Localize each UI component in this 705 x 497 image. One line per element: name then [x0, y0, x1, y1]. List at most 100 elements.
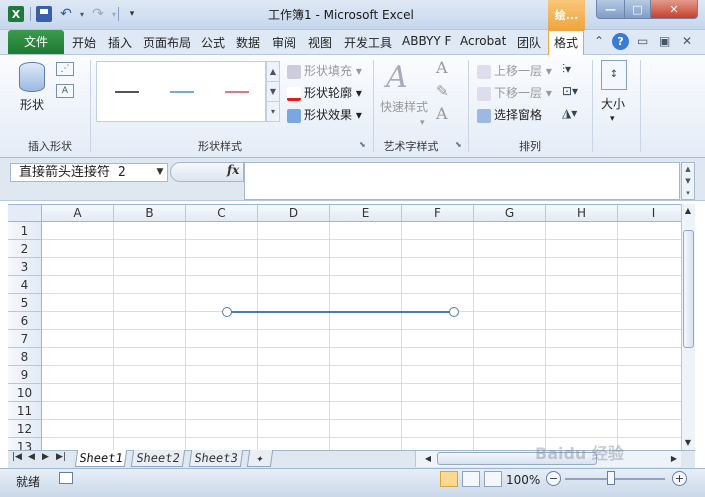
gallery-more-icon[interactable]: ▾: [267, 102, 279, 122]
tab-abbyy[interactable]: ABBYY F: [402, 34, 451, 48]
page-layout-view-button[interactable]: [462, 471, 480, 487]
close-button[interactable]: ✕: [650, 0, 698, 19]
tab-developer[interactable]: 开发工具: [344, 34, 392, 51]
gallery-scroll[interactable]: ▲ ▼ ▾: [266, 61, 280, 122]
row-header-13[interactable]: 13: [8, 438, 42, 450]
row-header-12[interactable]: 12: [8, 420, 42, 438]
row-header-7[interactable]: 7: [8, 330, 42, 348]
text-box-icon[interactable]: A: [56, 84, 74, 98]
tab-team[interactable]: 团队: [517, 34, 541, 51]
name-box-dropdown-icon[interactable]: ▼: [153, 163, 167, 182]
shapes-button[interactable]: 形状: [14, 60, 50, 126]
connector-start-handle[interactable]: [222, 307, 232, 317]
group-icon[interactable]: ⊡▾: [562, 84, 578, 98]
tab-page-layout[interactable]: 页面布局: [143, 34, 191, 51]
page-break-view-button[interactable]: [484, 471, 502, 487]
connector-end-handle[interactable]: [449, 307, 459, 317]
help-icon[interactable]: ?: [612, 33, 629, 50]
row-header-10[interactable]: 10: [8, 384, 42, 402]
scroll-right-icon[interactable]: ▶: [667, 452, 681, 466]
line-style-dark[interactable]: [115, 91, 139, 93]
row-header-4[interactable]: 4: [8, 276, 42, 294]
row-header-1[interactable]: 1: [8, 222, 42, 240]
row-header-3[interactable]: 3: [8, 258, 42, 276]
gallery-down-icon[interactable]: ▼: [267, 82, 279, 102]
first-sheet-icon[interactable]: |◀: [12, 452, 22, 462]
column-header-h[interactable]: H: [546, 205, 618, 222]
row-header-6[interactable]: 6: [8, 312, 42, 330]
column-header-i[interactable]: I: [618, 205, 681, 222]
prev-sheet-icon[interactable]: ◀: [28, 452, 35, 462]
size-button[interactable]: 大小: [601, 95, 625, 112]
line-style-red[interactable]: [225, 91, 249, 93]
horizontal-scroll-thumb[interactable]: [437, 452, 597, 465]
column-header-g[interactable]: G: [474, 205, 546, 222]
workbook-minimize-icon[interactable]: ▭: [637, 34, 648, 48]
zoom-level[interactable]: 100%: [506, 473, 540, 487]
normal-view-button[interactable]: [440, 471, 458, 487]
tab-insert[interactable]: 插入: [108, 34, 132, 51]
undo-dropdown-icon[interactable]: ▾: [74, 6, 90, 22]
selection-pane-button[interactable]: 选择窗格: [477, 106, 542, 123]
tab-file[interactable]: 文件: [8, 30, 64, 54]
dialog-launcher-icon[interactable]: ⬊: [359, 140, 366, 149]
column-header-b[interactable]: B: [114, 205, 186, 222]
minimize-ribbon-icon[interactable]: ⌃: [594, 34, 604, 48]
undo-icon[interactable]: ↶: [58, 6, 74, 22]
excel-app-icon[interactable]: X: [8, 6, 24, 22]
shape-fill-button[interactable]: 形状填充 ▾: [287, 62, 362, 79]
maximize-button[interactable]: □: [624, 0, 651, 19]
size-dropdown-icon[interactable]: ▾: [610, 114, 615, 124]
customize-qat-icon[interactable]: ▾: [124, 6, 140, 22]
next-sheet-icon[interactable]: ▶: [42, 452, 49, 462]
column-header-c[interactable]: C: [186, 205, 258, 222]
column-header-d[interactable]: D: [258, 205, 330, 222]
zoom-out-button[interactable]: −: [546, 471, 561, 486]
vertical-scroll-thumb[interactable]: [683, 230, 694, 348]
text-effects-icon[interactable]: A: [436, 104, 448, 123]
line-style-blue[interactable]: [170, 91, 194, 93]
row-header-9[interactable]: 9: [8, 366, 42, 384]
column-header-e[interactable]: E: [330, 205, 402, 222]
minimize-button[interactable]: —: [596, 0, 625, 19]
redo-icon[interactable]: ↷: [90, 6, 106, 22]
dialog-launcher-icon[interactable]: ⬊: [455, 140, 462, 149]
redo-dropdown-icon[interactable]: ▾: [106, 6, 122, 22]
insert-sheet-icon[interactable]: ✦: [246, 450, 274, 467]
tab-home[interactable]: 开始: [72, 34, 96, 51]
save-icon[interactable]: [36, 6, 52, 22]
shape-styles-gallery[interactable]: [96, 61, 266, 122]
rotate-icon[interactable]: ◮▾: [562, 106, 577, 120]
align-icon[interactable]: ⫶▾: [562, 62, 571, 77]
scroll-left-icon[interactable]: ◀: [421, 452, 435, 466]
quick-styles-dropdown-icon[interactable]: ▾: [420, 118, 425, 128]
edit-shape-icon[interactable]: ⋰: [56, 62, 74, 76]
quick-styles-button[interactable]: 快速样式: [380, 98, 428, 115]
tab-acrobat[interactable]: Acrobat: [460, 34, 506, 48]
sheet-tab-sheet1[interactable]: Sheet1: [74, 450, 128, 467]
scroll-up-icon[interactable]: ▲: [681, 204, 695, 218]
worksheet-grid[interactable]: A B C D E F G H I 1 2 3 4 5 6 7 8 9 10 11 12 13: [8, 204, 681, 450]
tab-formulas[interactable]: 公式: [201, 34, 225, 51]
row-header-2[interactable]: 2: [8, 240, 42, 258]
column-header-a[interactable]: A: [42, 205, 114, 222]
workbook-restore-icon[interactable]: ▣: [659, 34, 670, 48]
text-fill-icon[interactable]: A: [436, 58, 448, 77]
shape-effects-button[interactable]: 形状效果 ▾: [287, 106, 362, 123]
last-sheet-icon[interactable]: ▶|: [56, 452, 66, 462]
name-box[interactable]: 直接箭头连接符 2: [10, 163, 168, 182]
row-header-11[interactable]: 11: [8, 402, 42, 420]
insert-function-button[interactable]: fx: [227, 163, 239, 177]
formula-bar-scroll[interactable]: ▲ ▼ ▾: [681, 162, 695, 200]
workbook-close-icon[interactable]: ✕: [682, 34, 692, 48]
row-header-8[interactable]: 8: [8, 348, 42, 366]
gallery-up-icon[interactable]: ▲: [267, 62, 279, 82]
tab-review[interactable]: 审阅: [272, 34, 296, 51]
send-backward-button[interactable]: 下移一层 ▾: [477, 84, 552, 101]
column-header-f[interactable]: F: [402, 205, 474, 222]
select-all-corner[interactable]: [8, 205, 42, 222]
zoom-slider-track[interactable]: [565, 478, 665, 480]
sheet-tab-sheet2[interactable]: Sheet2: [130, 450, 186, 467]
scroll-down-icon[interactable]: ▼: [681, 436, 695, 450]
macro-record-icon[interactable]: [59, 472, 73, 484]
